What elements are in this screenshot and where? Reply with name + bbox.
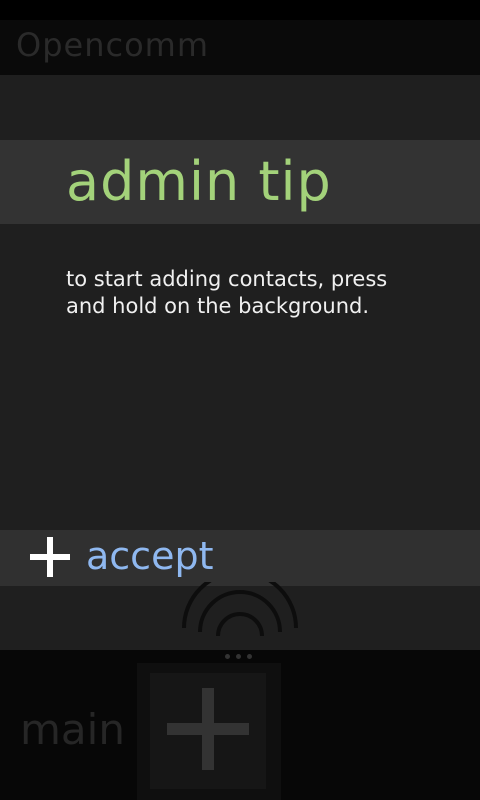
app-header: Opencomm xyxy=(0,20,480,76)
plus-icon-vertical xyxy=(47,537,53,577)
app-title: Opencomm xyxy=(16,26,209,64)
accept-button[interactable] xyxy=(0,530,480,586)
accept-button-label[interactable]: accept xyxy=(86,532,213,580)
dialog-title: admin tip xyxy=(66,150,332,213)
ellipsis-dot xyxy=(247,654,252,659)
ellipsis-dot xyxy=(236,654,241,659)
ellipsis-dot xyxy=(225,654,230,659)
plus-icon-vertical xyxy=(202,688,214,770)
screen: Opencomm main admin tip to start adding … xyxy=(0,0,480,800)
main-section-label: main xyxy=(20,705,125,754)
wireless-signal-icon xyxy=(182,582,298,637)
dialog-message: to start adding contacts, press and hold… xyxy=(66,267,388,318)
ellipsis-icon[interactable] xyxy=(223,654,263,662)
